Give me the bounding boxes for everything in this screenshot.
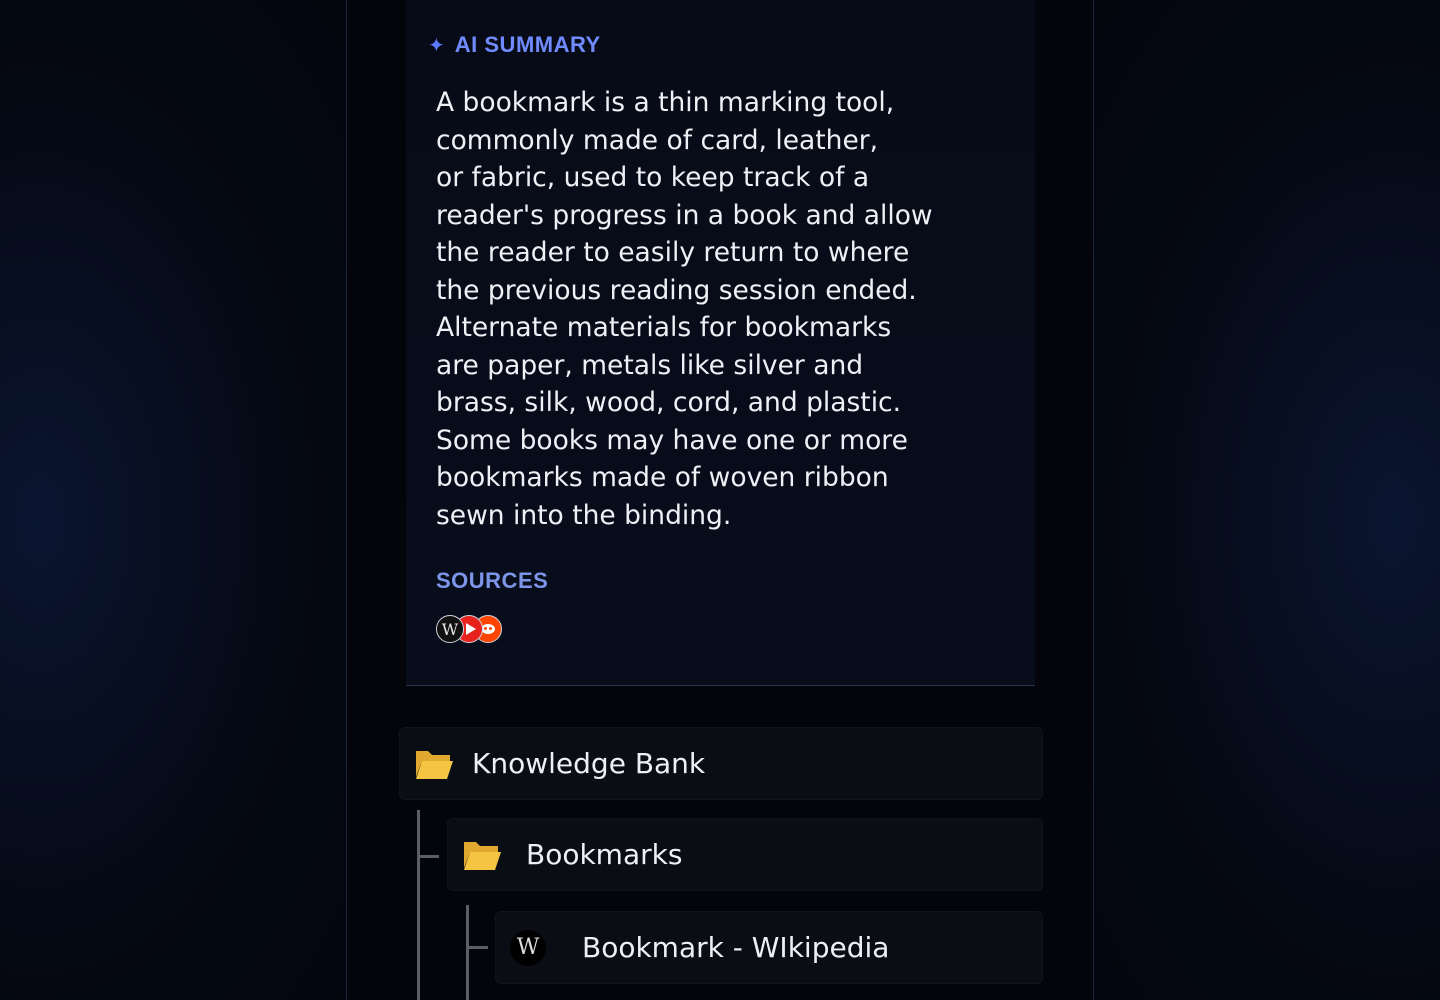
folder-open-icon — [416, 750, 453, 779]
tree-connector — [466, 905, 469, 1000]
summary-line: brass, silk, wood, cord, and plastic. — [436, 387, 902, 418]
tree-item-bookmark-wikipedia[interactable]: W Bookmark - WIkipedia — [495, 911, 1043, 984]
summary-line: are paper, metals like silver and — [436, 349, 864, 381]
summary-line: reader's progress in a book and allow — [436, 199, 933, 231]
ai-summary-card: ✦ AI SUMMARY A bookmark is a thin markin… — [406, 0, 1035, 686]
content-panel: ✦ AI SUMMARY A bookmark is a thin markin… — [346, 0, 1094, 1000]
summary-line: sewn into the binding. — [436, 499, 732, 531]
ai-summary-title: AI SUMMARY — [454, 32, 601, 57]
ai-summary-header: ✦ AI SUMMARY — [428, 32, 601, 58]
summary-line: bookmarks made of woven ribbon — [436, 462, 889, 493]
summary-line: Alternate materials for bookmarks — [436, 312, 892, 343]
summary-line: the previous reading session ended. — [436, 274, 917, 306]
folder-open-icon — [464, 841, 501, 870]
wikipedia-icon: W — [510, 929, 546, 966]
wikipedia-icon[interactable]: W — [436, 615, 464, 643]
sources-title: SOURCES — [436, 568, 549, 593]
source-icons: W — [436, 615, 502, 643]
summary-line: Some books may have one or more — [436, 424, 908, 456]
summary-line: the reader to easily return to where — [436, 237, 910, 268]
summary-line: commonly made of card, leather, — [436, 124, 879, 156]
sparkle-icon: ✦ — [428, 33, 445, 57]
tree-item-knowledge-bank[interactable]: Knowledge Bank — [399, 727, 1043, 800]
tree-connector — [417, 810, 420, 1000]
tree-item-label: Knowledge Bank — [472, 747, 706, 780]
background-left — [0, 0, 346, 1000]
summary-line: or fabric, used to keep track of a — [436, 162, 870, 193]
tree-item-label: Bookmarks — [526, 838, 683, 871]
tree-connector — [417, 855, 439, 858]
summary-line: A bookmark is a thin marking tool, — [436, 87, 895, 118]
ai-summary-text: A bookmark is a thin marking tool, commo… — [436, 84, 1016, 534]
tree-item-label: Bookmark - WIkipedia — [582, 931, 890, 964]
background-right — [1094, 0, 1440, 1000]
tree-connector — [466, 946, 488, 949]
tree-item-bookmarks[interactable]: Bookmarks — [447, 818, 1043, 891]
